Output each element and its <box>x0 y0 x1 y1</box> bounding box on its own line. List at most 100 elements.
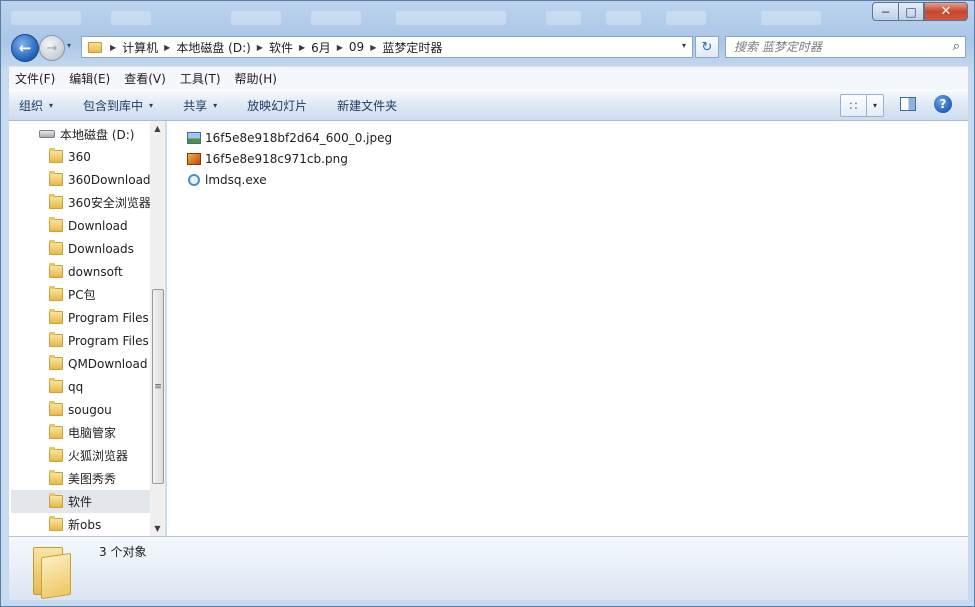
file-name: 16f5e8e918c971cb.png <box>205 151 348 166</box>
folder-icon <box>49 309 63 324</box>
command-bar: 组织 ▾ 包含到库中 ▾ 共享 ▾ 放映幻灯片 新建文件夹 ∷ ▾ ? <box>9 90 968 121</box>
tree-item-label: 火狐浏览器 <box>68 449 129 463</box>
share-button[interactable]: 共享 ▾ <box>183 97 217 114</box>
item-count: 3 个对象 <box>99 545 147 559</box>
explorer-window: − □ ✕ ← → ▾ ▶ 计算机 ▶ 本地磁盘 (D:) ▶ 软件 ▶ 6月 … <box>0 0 975 607</box>
tree-item[interactable]: Downloads <box>11 237 150 260</box>
tree-item[interactable]: 360安全浏览器 <box>11 191 150 214</box>
chevron-down-icon: ▾ <box>149 101 154 110</box>
breadcrumb-separator-icon[interactable]: ▶ <box>110 43 116 52</box>
help-icon[interactable]: ? <box>934 95 952 113</box>
tree-item-drive-d[interactable]: 本地磁盘 (D:) <box>39 125 134 143</box>
refresh-button[interactable]: ↻ <box>695 36 719 58</box>
view-dropdown-icon[interactable]: ▾ <box>867 95 883 116</box>
minimize-icon: − <box>880 4 891 19</box>
folder-icon <box>49 470 63 485</box>
folder-icon <box>49 148 63 163</box>
taskbar-ghost <box>761 11 821 25</box>
breadcrumb-separator-icon[interactable]: ▶ <box>337 43 343 52</box>
breadcrumb-separator-icon[interactable]: ▶ <box>370 43 376 52</box>
taskbar-ghost <box>11 11 81 25</box>
breadcrumb-09[interactable]: 09 <box>349 40 364 54</box>
tree-item[interactable]: Program Files <box>11 329 150 352</box>
tree-item-label: qq <box>68 379 84 394</box>
back-button[interactable]: ← <box>11 34 39 62</box>
breadcrumb-separator-icon[interactable]: ▶ <box>257 43 263 52</box>
tree-item[interactable]: 360 <box>11 145 150 168</box>
tree-drive-label: 本地磁盘 (D:) <box>60 127 135 142</box>
maximize-icon: □ <box>905 4 917 19</box>
slideshow-label: 放映幻灯片 <box>247 99 308 113</box>
menu-tools[interactable]: 工具(T) <box>180 70 221 87</box>
refresh-icon: ↻ <box>701 39 713 55</box>
organize-button[interactable]: 组织 ▾ <box>19 97 53 114</box>
breadcrumb-current-folder[interactable]: 蓝梦定时器 <box>382 39 442 56</box>
breadcrumb-separator-icon[interactable]: ▶ <box>299 43 305 52</box>
forward-button[interactable]: → <box>39 35 65 61</box>
tree-item[interactable]: 新obs <box>11 513 150 536</box>
folder-icon <box>49 424 63 439</box>
close-button[interactable]: ✕ <box>924 2 968 21</box>
file-item[interactable]: lmdsq.exe <box>187 170 267 189</box>
include-in-library-button[interactable]: 包含到库中 ▾ <box>83 97 153 114</box>
tree-item[interactable]: 软件 <box>11 490 150 513</box>
tree-item[interactable]: 360Downloads <box>11 168 150 191</box>
tree-item[interactable]: 火狐浏览器 <box>11 444 150 467</box>
tree-item[interactable]: Program Files <box>11 306 150 329</box>
new-folder-button[interactable]: 新建文件夹 <box>337 97 397 114</box>
tree-item[interactable]: 电脑管家 <box>11 421 150 444</box>
search-box[interactable]: ⌕ <box>725 36 966 58</box>
breadcrumb-computer[interactable]: 计算机 <box>122 39 158 56</box>
tree-scrollbar[interactable]: ▲ ≡ ▼ <box>150 121 165 536</box>
taskbar-ghost <box>311 11 361 25</box>
tree-item[interactable]: 美图秀秀 <box>11 467 150 490</box>
scrollbar-thumb[interactable]: ≡ <box>152 289 164 484</box>
scroll-up-icon[interactable]: ▲ <box>150 121 165 136</box>
file-name: 16f5e8e918bf2d64_600_0.jpeg <box>205 130 393 145</box>
tree-item[interactable]: PC包 <box>11 283 150 306</box>
folder-icon <box>49 286 63 301</box>
tree-item[interactable]: qq <box>11 375 150 398</box>
taskbar-ghost <box>111 11 151 25</box>
exe-file-icon <box>188 173 200 186</box>
search-input[interactable] <box>734 40 939 54</box>
address-dropdown-icon[interactable]: ▾ <box>682 41 686 50</box>
menu-edit[interactable]: 编辑(E) <box>69 70 110 87</box>
menu-file[interactable]: 文件(F) <box>15 70 55 87</box>
file-item[interactable]: 16f5e8e918c971cb.png <box>187 149 348 168</box>
tree-item[interactable]: downsoft <box>11 260 150 283</box>
breadcrumb-software[interactable]: 软件 <box>269 39 293 56</box>
address-bar[interactable]: ▶ 计算机 ▶ 本地磁盘 (D:) ▶ 软件 ▶ 6月 ▶ 09 ▶ 蓝梦定时器… <box>81 36 693 58</box>
breadcrumb-drive-d[interactable]: 本地磁盘 (D:) <box>176 39 250 56</box>
slideshow-button[interactable]: 放映幻灯片 <box>247 97 307 114</box>
breadcrumb-separator-icon[interactable]: ▶ <box>164 43 170 52</box>
file-name: lmdsq.exe <box>205 172 267 187</box>
chevron-down-icon: ▾ <box>213 101 218 110</box>
window-controls: − □ ✕ <box>872 2 968 21</box>
back-arrow-icon: ← <box>18 39 32 57</box>
tree-item[interactable]: QMDownload <box>11 352 150 375</box>
minimize-button[interactable]: − <box>872 2 898 21</box>
view-icon[interactable]: ∷ <box>841 95 867 116</box>
tree-item[interactable]: sougou <box>11 398 150 421</box>
navigation-pane: 本地磁盘 (D:) 360 360Downloads 360安全浏览器 Downloa… <box>9 121 166 536</box>
include-in-library-label: 包含到库中 <box>83 99 144 113</box>
recent-pages-button[interactable]: ▾ <box>67 41 71 50</box>
folder-icon <box>49 493 63 508</box>
folder-icon <box>49 332 63 347</box>
taskbar-ghost <box>396 11 506 25</box>
tree-item-label: sougou <box>68 402 112 417</box>
search-icon[interactable]: ⌕ <box>953 39 960 54</box>
file-item[interactable]: 16f5e8e918bf2d64_600_0.jpeg <box>187 128 392 147</box>
menu-help[interactable]: 帮助(H) <box>235 70 277 87</box>
file-list-pane[interactable]: 16f5e8e918bf2d64_600_0.jpeg 16f5e8e918c97… <box>167 121 968 536</box>
maximize-button[interactable]: □ <box>898 2 924 21</box>
preview-pane-icon[interactable] <box>900 97 916 111</box>
folder-icon <box>49 263 63 278</box>
menu-view[interactable]: 查看(V) <box>124 70 166 87</box>
tree-item[interactable]: Download <box>11 214 150 237</box>
change-view-button[interactable]: ∷ ▾ <box>840 94 884 117</box>
breadcrumb-june[interactable]: 6月 <box>311 39 331 56</box>
tree-item-label: downsoft <box>68 264 123 279</box>
scroll-down-icon[interactable]: ▼ <box>150 521 165 536</box>
